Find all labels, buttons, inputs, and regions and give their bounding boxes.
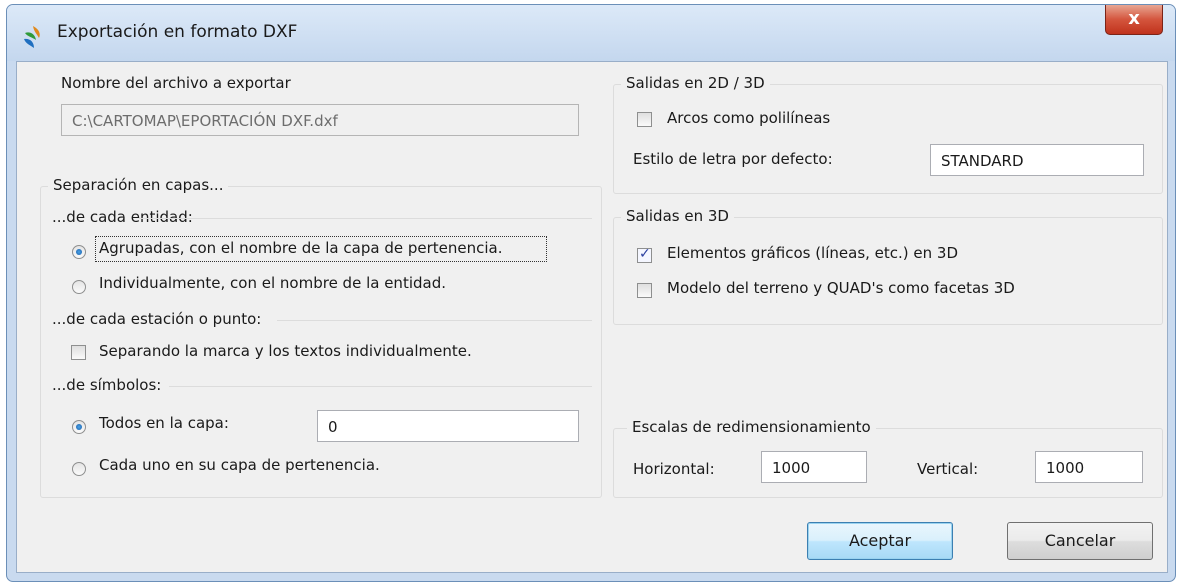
checkbox-terrain[interactable] (637, 283, 652, 298)
station-header: ...de cada estación o punto: (52, 310, 262, 328)
app-logo-icon (24, 26, 40, 48)
dialog-window: Exportación en formato DXF x Nombre del … (6, 4, 1176, 582)
checkbox-arcs-label[interactable]: Arcos como polilíneas (667, 109, 830, 127)
font-style-label: Estilo de letra por defecto: (633, 150, 833, 168)
radio-individual-label[interactable]: Individualmente, con el nombre de la ent… (99, 274, 446, 292)
radio-each-own-label[interactable]: Cada uno en su capa de pertenencia. (99, 456, 380, 474)
layers-group-title: Separación en capas... (48, 176, 229, 194)
dialog-body: Nombre del archivo a exportar C:\CARTOMA… (16, 61, 1168, 573)
close-button[interactable]: x (1105, 5, 1163, 35)
checkbox-terrain-label[interactable]: Modelo del terreno y QUAD's como facetas… (667, 279, 1015, 297)
font-style-input[interactable]: STANDARD (930, 144, 1144, 176)
title-bar[interactable]: Exportación en formato DXF x (7, 5, 1175, 61)
output-3d-group (613, 217, 1163, 325)
checkbox-separate-label[interactable]: Separando la marca y los textos individu… (99, 342, 472, 360)
checkbox-arcs[interactable] (637, 112, 652, 127)
vertical-label: Vertical: (917, 460, 979, 478)
radio-all-in-layer[interactable] (72, 420, 86, 434)
entity-header: ...de cada entidad: (52, 208, 193, 226)
window-title: Exportación en formato DXF (57, 22, 298, 42)
file-label: Nombre del archivo a exportar (61, 74, 291, 92)
cancel-button[interactable]: Cancelar (1007, 522, 1153, 560)
symbols-header: ...de símbolos: (52, 376, 162, 394)
scales-title: Escalas de redimensionamiento (627, 418, 876, 436)
divider (277, 320, 592, 321)
radio-all-in-layer-label[interactable]: Todos en la capa: (99, 414, 229, 432)
divider (139, 218, 592, 219)
output-2d3d-group (613, 84, 1163, 194)
close-icon: x (1128, 8, 1140, 29)
output-3d-title: Salidas en 3D (621, 207, 734, 225)
radio-grouped-label[interactable]: Agrupadas, con el nombre de la capa de p… (99, 239, 502, 257)
divider (169, 386, 592, 387)
checkbox-separate[interactable] (71, 345, 86, 360)
checkbox-3d-elements-label[interactable]: Elementos gráficos (líneas, etc.) en 3D (667, 244, 958, 262)
vertical-scale-input[interactable]: 1000 (1035, 451, 1143, 483)
horizontal-label: Horizontal: (633, 460, 715, 478)
radio-each-own[interactable] (72, 462, 86, 476)
radio-grouped[interactable] (72, 245, 86, 259)
file-path-field[interactable]: C:\CARTOMAP\EPORTACIÓN DXF.dxf (61, 104, 579, 136)
accept-button[interactable]: Aceptar (807, 522, 953, 560)
layer-name-input[interactable]: 0 (317, 410, 579, 442)
horizontal-scale-input[interactable]: 1000 (761, 451, 867, 483)
checkbox-3d-elements[interactable] (637, 246, 652, 263)
radio-individual[interactable] (72, 280, 86, 294)
output-2d3d-title: Salidas en 2D / 3D (621, 74, 770, 92)
